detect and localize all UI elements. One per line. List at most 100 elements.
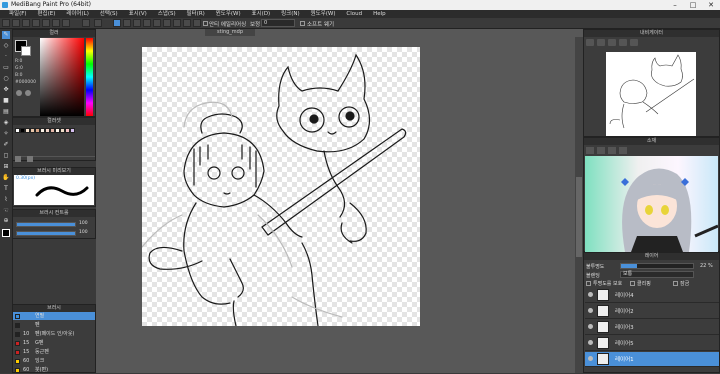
nav-rotate-icon[interactable]	[619, 39, 627, 46]
protect-alpha-checkbox[interactable]	[586, 281, 591, 286]
brush-list-item[interactable]: 연필	[13, 312, 95, 320]
eye-icon[interactable]	[588, 356, 593, 361]
brush-list-item[interactable]: 60 잉크	[13, 357, 95, 365]
color-mode-icon[interactable]	[16, 90, 22, 96]
palette-delete-icon[interactable]	[27, 156, 33, 162]
snap-parallel-icon[interactable]	[123, 19, 131, 27]
brush-list-item[interactable]: 15 둥근펜	[13, 348, 95, 356]
brush-list-item[interactable]: 10 펜(페이드 인/아웃)	[13, 330, 95, 338]
zoom-icon[interactable]: ⊕	[2, 217, 10, 225]
hand-tool-icon[interactable]: ✋	[2, 174, 10, 182]
select-eraser-icon[interactable]: ◻	[2, 152, 10, 160]
layer-row[interactable]: 레이어2	[585, 304, 719, 319]
correction-select[interactable]: 0	[261, 19, 295, 27]
save-icon[interactable]	[22, 19, 30, 27]
opacity-slider[interactable]	[620, 263, 694, 269]
palette-swatches[interactable]	[15, 128, 85, 134]
lock-checkbox[interactable]	[673, 281, 678, 286]
nav-flip-icon[interactable]	[630, 39, 638, 46]
layer-row[interactable]: 레이어3	[585, 320, 719, 335]
eraser-tool-icon[interactable]: ◇	[2, 42, 10, 50]
material-tone-icon[interactable]	[586, 147, 594, 154]
layer-row[interactable]: 레이어4	[585, 288, 719, 303]
menu-cloud[interactable]: Cloud	[346, 10, 362, 18]
nav-fit-icon[interactable]	[608, 39, 616, 46]
magic-wand-icon[interactable]: ✧	[2, 130, 10, 138]
grid-icon[interactable]	[42, 19, 50, 27]
document-tab[interactable]: sting_mdp	[205, 29, 255, 36]
hand-move-icon[interactable]: ☜	[2, 207, 10, 215]
maximize-button[interactable]: □	[684, 0, 702, 10]
menu-window[interactable]: 윈도우(W)	[216, 10, 241, 18]
brush-opacity-slider[interactable]	[16, 231, 76, 236]
eye-icon[interactable]	[588, 324, 593, 329]
brush-tool-icon[interactable]: ✎	[2, 31, 10, 39]
menu-help[interactable]: Help	[373, 10, 386, 18]
color-wheel-icon[interactable]	[25, 90, 31, 96]
foreground-color-icon[interactable]	[2, 229, 10, 237]
layer-row[interactable]: 레이어5	[585, 336, 719, 351]
gradient-icon[interactable]: ▤	[2, 108, 10, 116]
clip-checkbox[interactable]	[630, 281, 635, 286]
menu-layer[interactable]: 레이어(L)	[66, 10, 89, 18]
snap-guide-icon[interactable]	[193, 19, 201, 27]
snap-radial-icon[interactable]	[143, 19, 151, 27]
blend-select[interactable]: 보통	[620, 271, 694, 278]
open-file-icon[interactable]	[12, 19, 20, 27]
palette-add-icon[interactable]	[15, 156, 21, 162]
menu-file[interactable]: 파일(F)	[9, 10, 27, 18]
antialias-checkbox[interactable]	[203, 21, 208, 26]
snap-cross-icon[interactable]	[133, 19, 141, 27]
eye-icon[interactable]	[588, 292, 593, 297]
secondary-color-swatch[interactable]	[21, 46, 31, 56]
move-tool-icon[interactable]: ✥	[2, 86, 10, 94]
lasso-icon[interactable]: ○	[2, 75, 10, 83]
snap-curve-icon[interactable]	[163, 19, 171, 27]
navigator-preview[interactable]	[606, 52, 696, 136]
nav-zoom-out-icon[interactable]	[597, 39, 605, 46]
material-preview-image[interactable]	[585, 156, 719, 252]
color-saturation-field[interactable]	[40, 38, 84, 116]
snap-grid-icon[interactable]	[183, 19, 191, 27]
select-pen-icon[interactable]: ✐	[2, 141, 10, 149]
menu-display[interactable]: 표시(D)	[252, 10, 271, 18]
menu-view[interactable]: 표시(V)	[129, 10, 147, 18]
snap-circle-icon[interactable]	[153, 19, 161, 27]
brush-list-item[interactable]: 15 G펜	[13, 339, 95, 347]
menu-select[interactable]: 선택(S)	[100, 10, 118, 18]
eye-icon[interactable]	[588, 340, 593, 345]
select-rect-icon[interactable]: ▭	[2, 64, 10, 72]
canvas-scroll-thumb[interactable]	[576, 177, 582, 257]
canvas-scrollbar[interactable]	[575, 37, 583, 373]
menu-snap[interactable]: 스냅(S)	[158, 10, 176, 18]
snap-off-icon[interactable]	[113, 19, 121, 27]
fill-rect-icon[interactable]: ■	[2, 97, 10, 105]
divide-tool-icon[interactable]: ⊞	[2, 163, 10, 171]
dot-tool-icon[interactable]: ·	[2, 53, 10, 61]
close-button[interactable]: ✕	[702, 0, 720, 10]
cloud-icon[interactable]	[32, 19, 40, 27]
eye-icon[interactable]	[588, 308, 593, 313]
ruler-icon[interactable]	[62, 19, 70, 27]
text-tool-icon[interactable]: T	[2, 185, 10, 193]
menu-edit[interactable]: 편집(E)	[38, 10, 56, 18]
menu-link[interactable]: 링크(N)	[281, 10, 300, 18]
hue-slider[interactable]	[86, 38, 93, 116]
material-cloud-icon[interactable]	[619, 147, 627, 154]
material-item-icon[interactable]	[608, 147, 616, 154]
canvas-area[interactable]: sting_mdp	[96, 29, 583, 373]
menu-filter[interactable]: 필터(R)	[187, 10, 205, 18]
brush-size-slider[interactable]	[16, 222, 76, 227]
eyedropper-icon[interactable]: ⌇	[2, 196, 10, 204]
minimize-button[interactable]: –	[666, 0, 684, 10]
material-pattern-icon[interactable]	[597, 147, 605, 154]
soft-checkbox[interactable]	[300, 21, 305, 26]
bucket-icon[interactable]: ◈	[2, 119, 10, 127]
new-file-icon[interactable]	[2, 19, 10, 27]
redo-icon[interactable]	[94, 19, 102, 27]
snap-icon[interactable]	[52, 19, 60, 27]
undo-icon[interactable]	[82, 19, 90, 27]
nav-zoom-in-icon[interactable]	[586, 39, 594, 46]
menu-window2[interactable]: 원도우(W)	[311, 10, 336, 18]
snap-3d-icon[interactable]	[173, 19, 181, 27]
